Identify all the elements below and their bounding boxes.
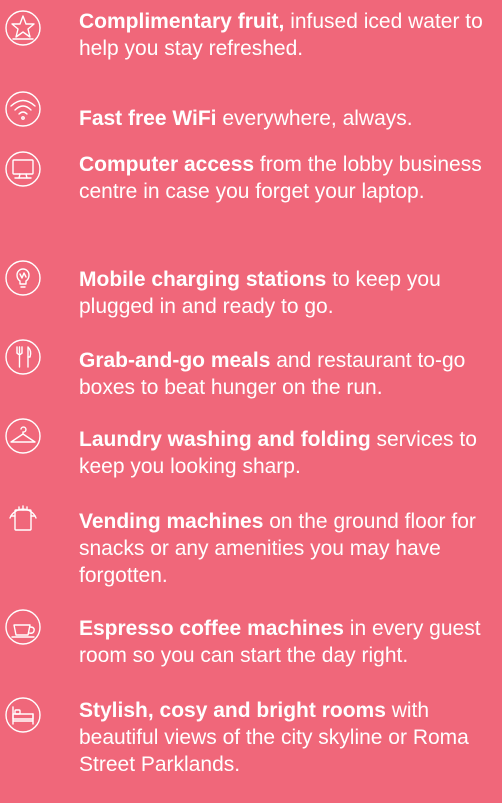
amenity-title: Stylish, cosy and bright rooms <box>79 699 386 722</box>
vending-machine-icon <box>3 496 43 536</box>
computer-icon <box>3 149 43 189</box>
star-plate-icon <box>3 8 43 48</box>
bed-icon <box>3 695 43 735</box>
wifi-icon <box>3 89 43 129</box>
lightbulb-icon <box>3 258 43 298</box>
coffee-cup-icon <box>3 607 43 647</box>
amenity-title: Computer access <box>79 153 255 176</box>
amenity-title: Espresso coffee machines <box>79 617 344 640</box>
amenity-title: Complimentary fruit, <box>79 10 285 33</box>
amenity-title: Laundry washing and folding <box>79 428 371 451</box>
amenity-title: Fast free WiFi <box>79 107 217 130</box>
amenity-title: Vending machines <box>79 510 264 533</box>
fork-knife-icon <box>3 337 43 377</box>
hanger-icon <box>3 416 43 456</box>
amenity-description: everywhere, always. <box>216 107 413 130</box>
amenity-title: Mobile charging stations <box>79 268 327 291</box>
amenity-title: Grab-and-go meals <box>79 349 271 372</box>
